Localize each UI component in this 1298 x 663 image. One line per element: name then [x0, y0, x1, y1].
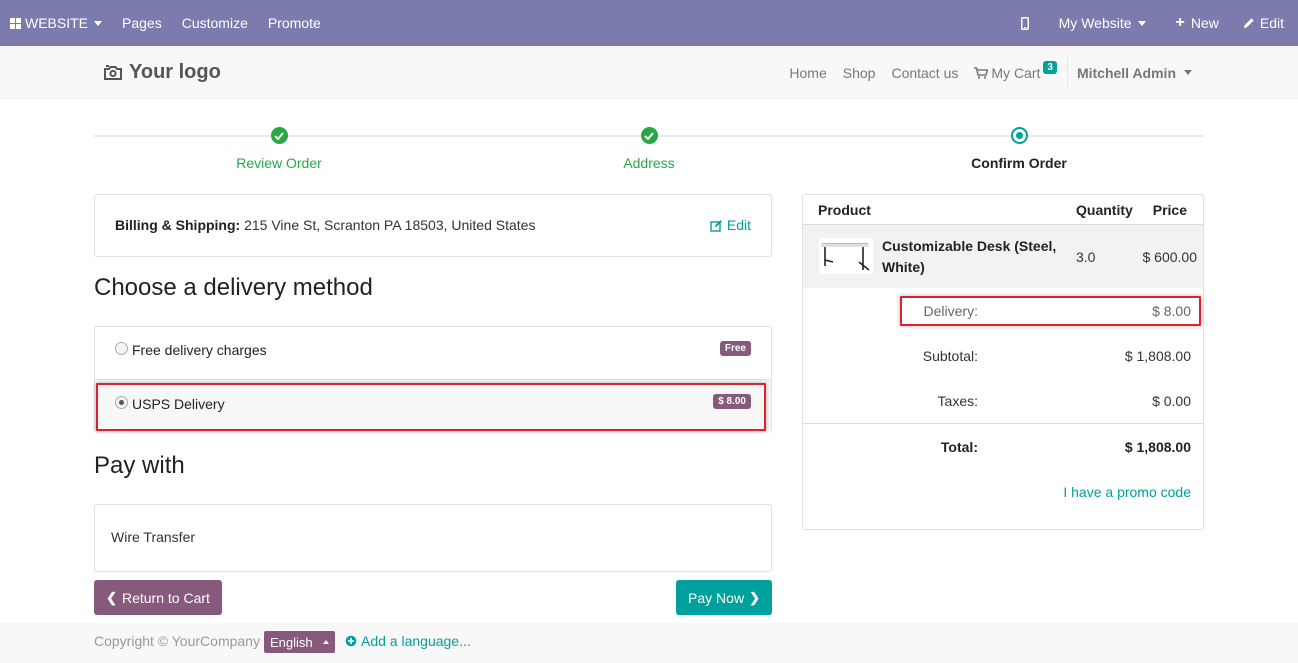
user-menu[interactable]: Mitchell Admin: [1068, 65, 1200, 81]
delivery-price-badge: Free: [719, 341, 751, 356]
pay-now-label: Pay Now: [688, 589, 745, 606]
billing-address: 215 Vine St, Scranton PA 18503, United S…: [244, 217, 536, 233]
total-label: Total:: [940, 439, 978, 455]
language-selector[interactable]: English: [264, 631, 335, 653]
delivery-method-heading: Choose a delivery method: [94, 274, 373, 301]
my-website-label: My Website: [1058, 15, 1132, 31]
user-name: Mitchell Admin: [1076, 64, 1176, 81]
chevron-right-icon: ❯: [749, 589, 760, 605]
edit-square-icon: [710, 219, 722, 232]
site-logo[interactable]: Your logo: [104, 61, 221, 84]
site-footer: Copyright © YourCompany English Add a la…: [0, 623, 1298, 663]
website-menu[interactable]: WEBSITE: [0, 0, 112, 46]
new-label: New: [1190, 15, 1219, 31]
product-quantity: 3.0: [1076, 249, 1096, 265]
shopping-cart-icon: [974, 66, 989, 79]
add-language-label: Add a language...: [361, 633, 471, 649]
chevron-left-icon: ❮: [106, 589, 117, 605]
site-header: Your logo Home Shop Contact us My Cart 3…: [0, 46, 1298, 99]
admin-top-bar: WEBSITE Pages Customize Promote My Websi…: [0, 0, 1298, 46]
delivery-option-label: USPS Delivery: [132, 396, 225, 412]
wizard-step-address[interactable]: Address: [549, 127, 749, 171]
wizard-step-label: Review Order: [236, 155, 322, 171]
edit-label: Edit: [726, 217, 751, 233]
promote-menu[interactable]: Promote: [258, 0, 331, 46]
edit-address-link[interactable]: Edit: [710, 217, 751, 233]
edit-button[interactable]: Edit: [1233, 0, 1298, 46]
pages-menu[interactable]: Pages: [112, 0, 172, 46]
caret-up-icon: [322, 640, 329, 644]
summary-product-row: Customizable Desk (Steel, White) 3.0 $ 6…: [803, 225, 1203, 288]
wizard-step-review-order[interactable]: Review Order: [179, 127, 379, 171]
wizard-step-confirm-order: Confirm Order: [919, 127, 1119, 171]
billing-label: Billing & Shipping:: [115, 217, 241, 233]
billing-shipping-card: Billing & Shipping: 215 Vine St, Scranto…: [94, 194, 772, 257]
plus-icon: +: [1175, 14, 1185, 31]
return-to-cart-label: Return to Cart: [121, 589, 210, 606]
delivery-label: Delivery:: [923, 303, 978, 319]
cart-count-badge: 3: [1043, 61, 1057, 74]
col-price: Price: [1152, 202, 1187, 218]
edit-label: Edit: [1259, 15, 1284, 31]
copyright-text: Copyright © YourCompany: [94, 633, 260, 649]
col-product: Product: [818, 202, 871, 218]
taxes-label: Taxes:: [937, 393, 978, 409]
promo-code-link[interactable]: I have a promo code: [1063, 484, 1191, 500]
checkout-progress-wizard: Review Order Address Confirm Order: [94, 120, 1204, 176]
customize-menu[interactable]: Customize: [172, 0, 258, 46]
col-quantity: Quantity: [1076, 202, 1133, 218]
product-price: $ 600.00: [1142, 249, 1198, 265]
mobile-icon: [1020, 16, 1029, 30]
product-thumbnail[interactable]: [819, 238, 873, 274]
delivery-value: $ 8.00: [1152, 303, 1191, 319]
delivery-method-list: Free delivery charges Free USPS Delivery…: [94, 326, 772, 433]
pay-now-button[interactable]: Pay Now ❯: [676, 580, 772, 615]
wizard-step-label: Address: [623, 155, 675, 171]
caret-down-icon: [94, 20, 103, 26]
plus-circle-icon: [345, 635, 357, 647]
main-nav: Home Shop Contact us My Cart 3 Mitchell …: [781, 46, 1200, 99]
add-language-link[interactable]: Add a language...: [345, 633, 471, 649]
delivery-radio[interactable]: [115, 342, 128, 355]
payment-method-label: Wire Transfer: [111, 529, 196, 545]
my-website-menu[interactable]: My Website: [1049, 0, 1156, 46]
pay-with-heading: Pay with: [94, 452, 185, 479]
caret-down-icon: [1137, 20, 1146, 26]
total-value: $ 1,808.00: [1124, 439, 1191, 455]
payment-method-card[interactable]: Wire Transfer: [94, 504, 772, 572]
cart-label: My Cart: [991, 64, 1041, 81]
nav-shop[interactable]: Shop: [835, 65, 884, 81]
subtotal-label: Subtotal:: [922, 348, 978, 364]
delivery-option-free[interactable]: Free delivery charges Free: [95, 327, 771, 380]
nav-contact[interactable]: Contact us: [883, 65, 966, 81]
new-button[interactable]: + New: [1156, 0, 1233, 46]
delivery-radio[interactable]: [115, 396, 128, 409]
nav-home[interactable]: Home: [781, 65, 834, 81]
return-to-cart-button[interactable]: ❮ Return to Cart: [94, 580, 222, 615]
language-label: English: [270, 634, 313, 650]
wizard-step-label: Confirm Order: [971, 155, 1067, 171]
summary-table-header: Product Quantity Price: [803, 195, 1203, 225]
mobile-preview-button[interactable]: [1001, 0, 1049, 46]
summary-total-row: Total: $ 1,808.00: [803, 423, 1203, 469]
apps-grid-icon: [10, 17, 21, 29]
order-summary-card: Product Quantity Price Customizable Desk…: [802, 194, 1204, 530]
billing-address-text: Billing & Shipping: 215 Vine St, Scranto…: [115, 217, 535, 233]
caret-down-icon: [1184, 70, 1192, 75]
subtotal-value: $ 1,808.00: [1124, 348, 1191, 364]
camera-icon: [104, 65, 122, 80]
check-circle-icon: [640, 127, 658, 144]
delivery-price-badge: $ 8.00: [713, 394, 751, 409]
delivery-option-label: Free delivery charges: [132, 342, 267, 358]
nav-my-cart[interactable]: My Cart 3: [966, 61, 1065, 81]
check-circle-icon: [270, 127, 288, 144]
product-name[interactable]: Customizable Desk (Steel, White): [882, 236, 1067, 278]
pencil-icon: [1243, 18, 1254, 28]
logo-text: Your logo: [129, 61, 221, 83]
website-menu-label: WEBSITE: [25, 15, 89, 31]
delivery-option-usps[interactable]: USPS Delivery $ 8.00: [95, 380, 771, 433]
current-step-icon: [1010, 127, 1028, 144]
taxes-value: $ 0.00: [1152, 393, 1191, 409]
